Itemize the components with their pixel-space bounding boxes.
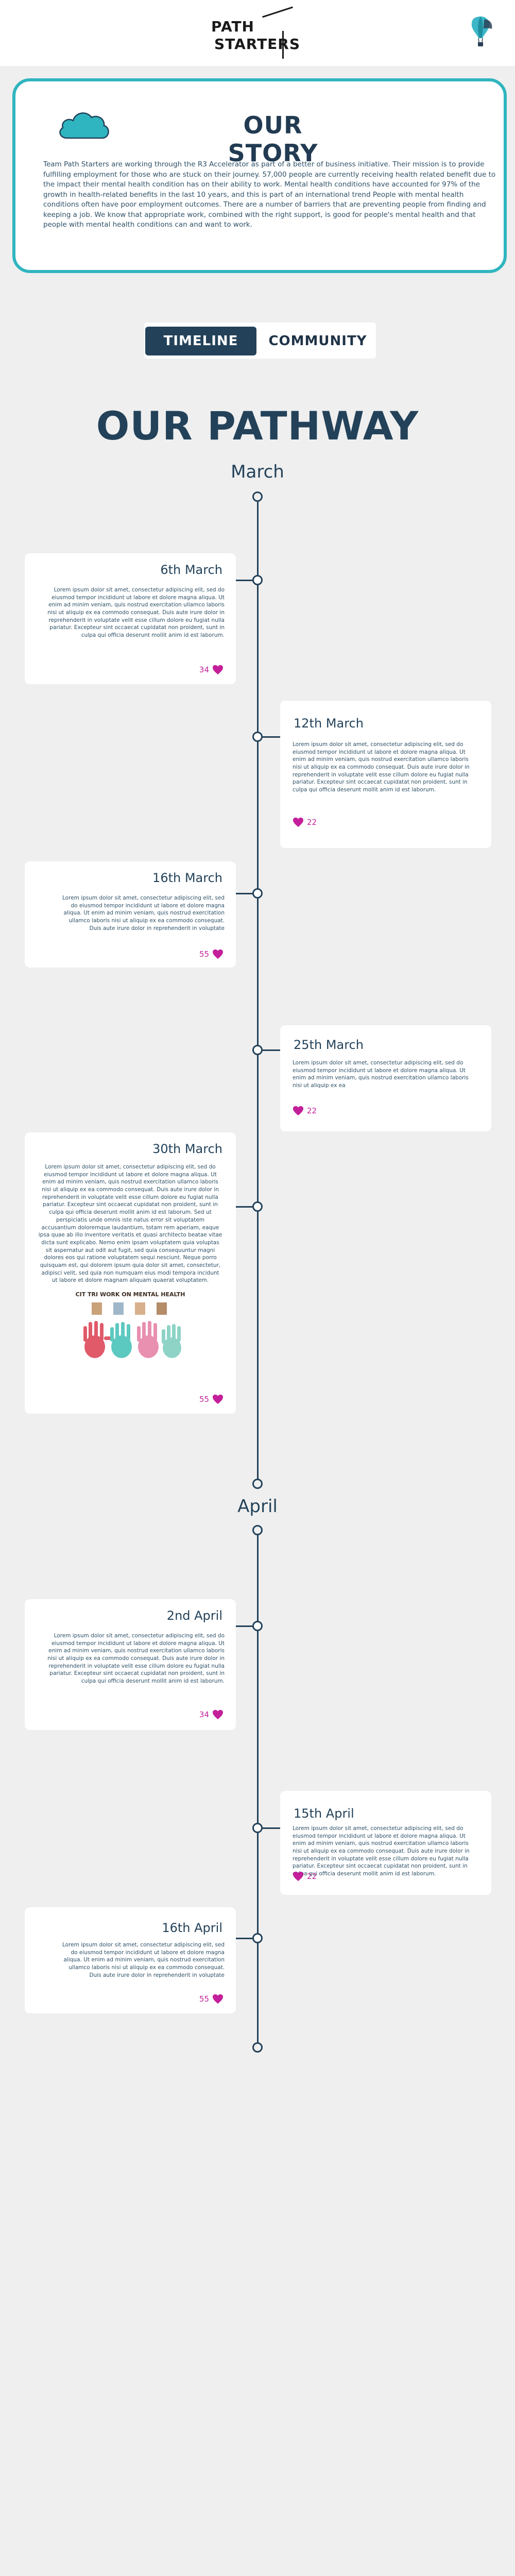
heart-icon[interactable] (212, 949, 224, 959)
view-tabs: TIMELINE COMMUNITY (144, 323, 376, 359)
logo-stroke (262, 6, 293, 18)
timeline-node[interactable] (252, 1045, 263, 1055)
like-count: 34 (199, 1710, 209, 1719)
heart-icon[interactable] (293, 1871, 304, 1882)
like-count: 22 (307, 1872, 317, 1881)
site-header: PATH STARTERS (0, 0, 515, 66)
timeline-node[interactable] (252, 732, 263, 742)
heart-icon[interactable] (293, 1106, 304, 1116)
timeline-node[interactable] (252, 575, 263, 585)
timeline-card[interactable]: 15th April Lorem ipsum dolor sit amet, c… (280, 1791, 491, 1895)
timeline-card[interactable]: 25th March Lorem ipsum dolor sit amet, c… (280, 1025, 491, 1131)
card-text: Lorem ipsum dolor sit amet, consectetur … (38, 1164, 222, 1284)
like-counter[interactable]: 55 (199, 1994, 224, 2004)
logo-line2: STARTERS (214, 36, 301, 53)
like-count: 22 (307, 818, 317, 827)
image-title: CIT TRI WORK ON MENTAL HEALTH (76, 1291, 185, 1298)
card-date: 16th March (152, 871, 222, 885)
timeline-card[interactable]: 6th March Lorem ipsum dolor sit amet, co… (25, 553, 236, 684)
cloud-icon (56, 107, 112, 143)
month-label-april: April (237, 1496, 278, 1517)
story-text: Team Path Starters are working through t… (43, 160, 496, 229)
mental-health-handprints-image: CIT TRI WORK ON MENTAL HEALTH (71, 1289, 190, 1366)
timeline-line-april (257, 1529, 259, 2046)
heart-icon[interactable] (212, 1709, 224, 1720)
like-count: 55 (199, 1994, 209, 2004)
like-counter[interactable]: 55 (199, 1394, 224, 1404)
timeline-card[interactable]: 12th March Lorem ipsum dolor sit amet, c… (280, 701, 491, 848)
like-counter[interactable]: 34 (199, 1709, 224, 1720)
story-title: OUR STORY (228, 111, 318, 167)
timeline-node[interactable] (252, 1621, 263, 1631)
timeline-end-cap (252, 2042, 263, 2053)
card-date: 6th March (160, 563, 222, 577)
logo-path-line (282, 31, 284, 59)
hot-air-balloon-icon (460, 10, 501, 52)
timeline-node[interactable] (252, 1201, 263, 1212)
timeline-line-march (257, 496, 259, 1483)
like-count: 55 (199, 950, 209, 959)
tab-timeline[interactable]: TIMELINE (145, 327, 256, 355)
card-text: Lorem ipsum dolor sit amet, consectetur … (62, 895, 225, 931)
like-count: 34 (199, 665, 209, 674)
card-text: Lorem ipsum dolor sit amet, consectetur … (293, 741, 470, 793)
timeline-card[interactable]: 30th March Lorem ipsum dolor sit amet, c… (25, 1132, 236, 1414)
tab-community[interactable]: COMMUNITY (264, 327, 372, 355)
timeline-end-cap (252, 1479, 263, 1489)
card-date: 15th April (294, 1806, 354, 1821)
like-counter[interactable]: 55 (199, 949, 224, 959)
card-date: 2nd April (166, 1608, 222, 1623)
timeline-card[interactable]: 16th April Lorem ipsum dolor sit amet, c… (25, 1907, 236, 2013)
like-counter[interactable]: 34 (199, 665, 224, 675)
heart-icon[interactable] (212, 1994, 224, 2004)
card-text: Lorem ipsum dolor sit amet, consectetur … (293, 1825, 470, 1877)
timeline-start-cap (252, 1525, 263, 1535)
our-story-panel: OUR STORY Team Path Starters are working… (12, 78, 507, 273)
heart-icon[interactable] (212, 665, 224, 675)
month-label-march: March (231, 462, 284, 482)
like-count: 22 (307, 1106, 317, 1115)
card-text: Lorem ipsum dolor sit amet, consectetur … (293, 1060, 469, 1089)
heart-icon[interactable] (212, 1394, 224, 1404)
timeline-start-cap (252, 492, 263, 502)
timeline-card[interactable]: 2nd April Lorem ipsum dolor sit amet, co… (25, 1599, 236, 1730)
card-date: 12th March (294, 716, 364, 731)
timeline-card[interactable]: 16th March Lorem ipsum dolor sit amet, c… (25, 861, 236, 968)
card-text: Lorem ipsum dolor sit amet, consectetur … (62, 1942, 225, 1978)
logo-line1: PATH (211, 18, 254, 35)
card-text: Lorem ipsum dolor sit amet, consectetur … (47, 587, 225, 639)
card-date: 16th April (162, 1921, 222, 1935)
like-counter[interactable]: 22 (293, 817, 317, 827)
like-counter[interactable]: 22 (293, 1871, 317, 1882)
pathway-title: OUR PATHWAY (96, 403, 419, 449)
heart-icon[interactable] (293, 817, 304, 827)
timeline-node[interactable] (252, 888, 263, 899)
card-text: Lorem ipsum dolor sit amet, consectetur … (47, 1633, 225, 1685)
card-date: 25th March (294, 1038, 364, 1052)
like-counter[interactable]: 22 (293, 1106, 317, 1116)
path-starters-logo[interactable]: PATH STARTERS (210, 5, 305, 59)
timeline-node[interactable] (252, 1933, 263, 1943)
card-date: 30th March (152, 1142, 222, 1156)
like-count: 55 (199, 1395, 209, 1404)
timeline-node[interactable] (252, 1823, 263, 1833)
